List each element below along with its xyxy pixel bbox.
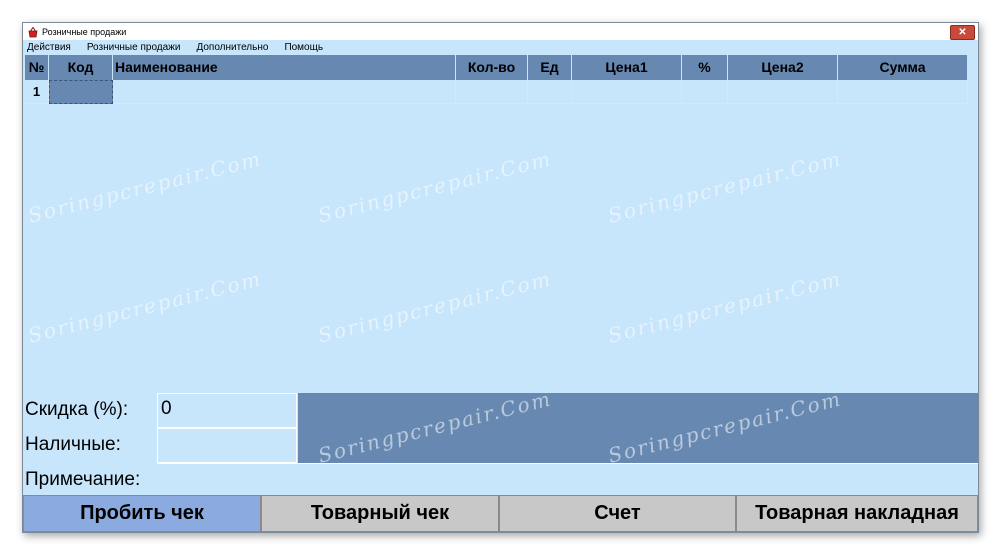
column-header-price1[interactable]: Цена1	[572, 55, 682, 80]
table-header: № Код Наименование Кол-во Ед Цена1 % Цен…	[25, 55, 968, 80]
column-header-number[interactable]: №	[25, 55, 49, 80]
menu-item-retail-sales[interactable]: Розничные продажи	[87, 42, 181, 53]
cell-code[interactable]	[49, 80, 113, 104]
note-label: Примечание:	[25, 469, 141, 490]
column-header-code[interactable]: Код	[49, 55, 113, 80]
invoice-button[interactable]: Счет	[499, 495, 736, 532]
discount-label: Скидка (%):	[25, 399, 129, 420]
column-header-sum[interactable]: Сумма	[838, 55, 968, 80]
column-header-name[interactable]: Наименование	[113, 55, 456, 80]
sales-receipt-button[interactable]: Товарный чек	[261, 495, 499, 532]
discount-input[interactable]: 0	[157, 393, 297, 428]
totals-panel-fill	[298, 393, 978, 463]
window-title: Розничные продажи	[42, 26, 127, 37]
print-receipt-button[interactable]: Пробить чек	[23, 495, 261, 532]
column-header-unit[interactable]: Ед	[528, 55, 572, 80]
cell-quantity[interactable]	[456, 80, 528, 104]
cell-unit[interactable]	[528, 80, 572, 104]
menu-item-actions[interactable]: Действия	[27, 42, 71, 53]
cash-label: Наличные:	[25, 434, 121, 455]
cell-number: 1	[25, 80, 49, 104]
table-row[interactable]: 1	[25, 80, 968, 104]
menu-item-help[interactable]: Помощь	[284, 42, 323, 53]
column-header-price2[interactable]: Цена2	[728, 55, 838, 80]
cell-percent[interactable]	[682, 80, 728, 104]
menu-item-additional[interactable]: Дополнительно	[196, 42, 268, 53]
title-bar[interactable]: Розничные продажи ✕	[23, 23, 978, 40]
close-icon: ✕	[958, 27, 967, 38]
menu-bar: Действия Розничные продажи Дополнительно…	[23, 40, 978, 55]
close-button[interactable]: ✕	[950, 25, 975, 40]
totals-panel: Скидка (%): 0 Наличные: Примечание:	[23, 393, 978, 495]
cell-sum[interactable]	[838, 80, 968, 104]
cash-input[interactable]	[157, 428, 297, 463]
cell-name[interactable]	[113, 80, 456, 104]
basket-icon	[26, 25, 40, 39]
waybill-button[interactable]: Товарная накладная	[736, 495, 978, 532]
cell-price2[interactable]	[728, 80, 838, 104]
column-header-quantity[interactable]: Кол-во	[456, 55, 528, 80]
column-header-percent[interactable]: %	[682, 55, 728, 80]
note-input[interactable]	[157, 463, 978, 495]
action-buttons: Пробить чек Товарный чек Счет Товарная н…	[23, 495, 978, 532]
sales-table: № Код Наименование Кол-во Ед Цена1 % Цен…	[25, 55, 970, 105]
app-window: Розничные продажи ✕ Действия Розничные п…	[22, 22, 979, 533]
cell-price1[interactable]	[572, 80, 682, 104]
